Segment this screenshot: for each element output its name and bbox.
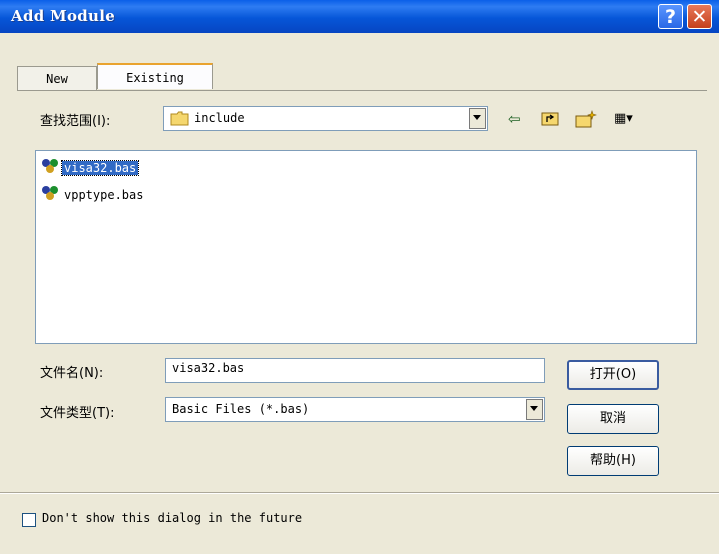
filetype-label: 文件类型(T): xyxy=(40,406,115,421)
add-module-dialog: Add Module ? ✕ New Existing 查找范围(I): inc… xyxy=(0,0,719,554)
back-icon[interactable]: ⇦ xyxy=(508,110,521,128)
open-button[interactable]: 打开(O) xyxy=(567,360,659,390)
help-title-button[interactable]: ? xyxy=(658,4,683,29)
dont-show-checkbox[interactable] xyxy=(22,513,36,527)
lookin-combo[interactable]: include xyxy=(163,106,488,131)
list-item[interactable]: vpptype.bas xyxy=(40,186,145,203)
views-menu-icon[interactable]: ▦▾ xyxy=(614,110,633,128)
tab-new[interactable]: New xyxy=(17,66,97,90)
list-item[interactable]: visa32.bas xyxy=(40,158,140,177)
filename-label: 文件名(N): xyxy=(40,366,104,381)
lookin-value: include xyxy=(194,111,245,125)
tab-existing[interactable]: Existing xyxy=(97,63,213,89)
new-folder-icon[interactable] xyxy=(575,110,597,128)
help-button[interactable]: 帮助(H) xyxy=(567,446,659,476)
title-bar[interactable]: Add Module ? ✕ xyxy=(0,0,719,33)
filetype-value: Basic Files (*.bas) xyxy=(172,402,310,416)
filename-input[interactable]: visa32.bas xyxy=(165,358,545,383)
chevron-down-icon[interactable] xyxy=(526,399,543,420)
file-list[interactable]: visa32.bas vpptype.bas xyxy=(35,150,697,344)
file-name: visa32.bas xyxy=(60,159,140,176)
chevron-down-icon[interactable] xyxy=(469,108,486,129)
filetype-select[interactable]: Basic Files (*.bas) xyxy=(165,397,545,422)
vb-module-icon xyxy=(40,185,62,204)
divider xyxy=(0,492,719,494)
window-title: Add Module xyxy=(11,7,116,25)
file-name: vpptype.bas xyxy=(64,187,144,202)
vb-module-icon xyxy=(40,158,62,177)
up-folder-icon[interactable] xyxy=(541,110,559,128)
lookin-label: 查找范围(I): xyxy=(40,114,111,129)
folder-icon xyxy=(170,111,189,130)
cancel-button[interactable]: 取消 xyxy=(567,404,659,434)
close-button[interactable]: ✕ xyxy=(687,4,712,29)
dont-show-label[interactable]: Don't show this dialog in the future xyxy=(42,511,302,525)
